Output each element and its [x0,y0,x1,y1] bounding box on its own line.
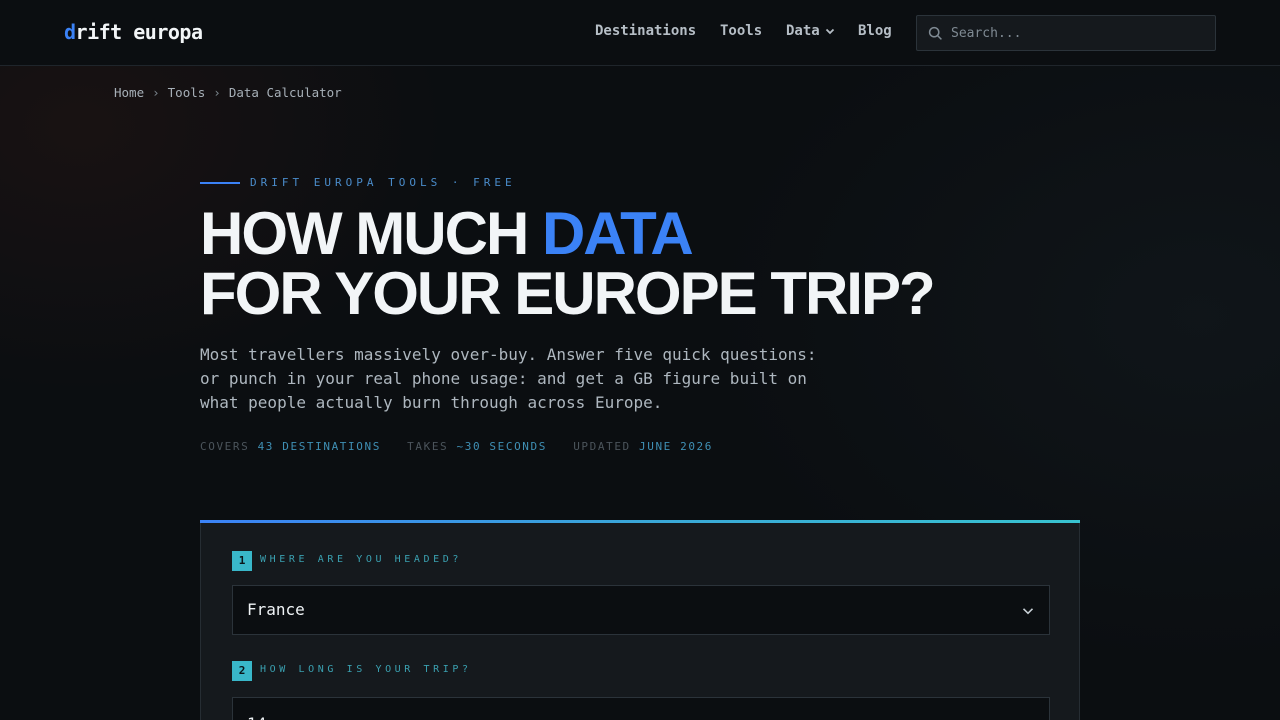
breadcrumb-current: Data Calculator [228,85,342,100]
destination-selected-value: France [247,600,305,619]
meta-label: UPDATED [573,440,631,453]
step-number-badge: 1 [232,551,252,571]
meta-value: ~30 SECONDS [456,440,547,453]
card-accent-bar [200,520,1080,523]
hero-meta: COVERS 43 DESTINATIONS TAKES ~30 SECONDS… [200,440,731,453]
meta-value: JUNE 2026 [639,440,714,453]
destination-select[interactable]: France [232,585,1050,635]
title-highlight: DATA [541,200,694,267]
nav-data-dropdown[interactable]: Data [786,23,836,39]
site-logo[interactable]: drift europa [64,20,203,44]
breadcrumb: Home › Tools › Data Calculator [114,85,342,100]
search-icon [928,26,942,40]
trip-length-input[interactable] [247,710,1027,720]
breadcrumb-separator: › [152,85,160,100]
page-title: HOW MUCH DATA FOR YOUR EUROPE TRIP? [200,204,1200,324]
step-question: WHERE ARE YOU HEADED? [260,554,463,565]
chevron-down-icon [825,28,834,35]
title-line-2: FOR YOUR EUROPE TRIP? [200,260,936,327]
meta-covers: COVERS 43 DESTINATIONS [200,440,381,453]
hero-description: Most travellers massively over-buy. Answ… [200,345,817,412]
logo-accent-letter: d [64,20,76,44]
trip-length-field[interactable] [232,697,1050,720]
calculator-card: 1 WHERE ARE YOU HEADED? France 2 HOW LON… [200,520,1080,720]
nav-tools[interactable]: Tools [720,23,762,39]
breadcrumb-separator: › [213,85,221,100]
eyebrow-line [200,182,240,184]
title-part-1: HOW MUCH [200,200,542,267]
meta-updated: UPDATED JUNE 2026 [573,440,713,453]
eyebrow-text: DRIFT EUROPA TOOLS · FREE [250,176,516,189]
meta-label: COVERS [200,440,250,453]
meta-takes: TAKES ~30 SECONDS [407,440,547,453]
meta-label: TAKES [407,440,449,453]
breadcrumb-home[interactable]: Home [114,85,144,100]
logo-text: rift europa [75,20,203,44]
breadcrumb-tools[interactable]: Tools [168,85,206,100]
meta-value: 43 DESTINATIONS [257,440,381,453]
search-input[interactable] [951,16,1207,50]
step-number-badge: 2 [232,661,252,681]
step-question: HOW LONG IS YOUR TRIP? [260,664,472,675]
nav-data-label: Data [786,23,820,39]
search-box[interactable] [916,15,1216,51]
top-navigation-bar: drift europa Destinations Tools Data Blo… [0,0,1280,66]
nav-destinations[interactable]: Destinations [595,23,696,39]
chevron-down-icon [1022,608,1034,615]
nav-blog[interactable]: Blog [858,23,892,39]
